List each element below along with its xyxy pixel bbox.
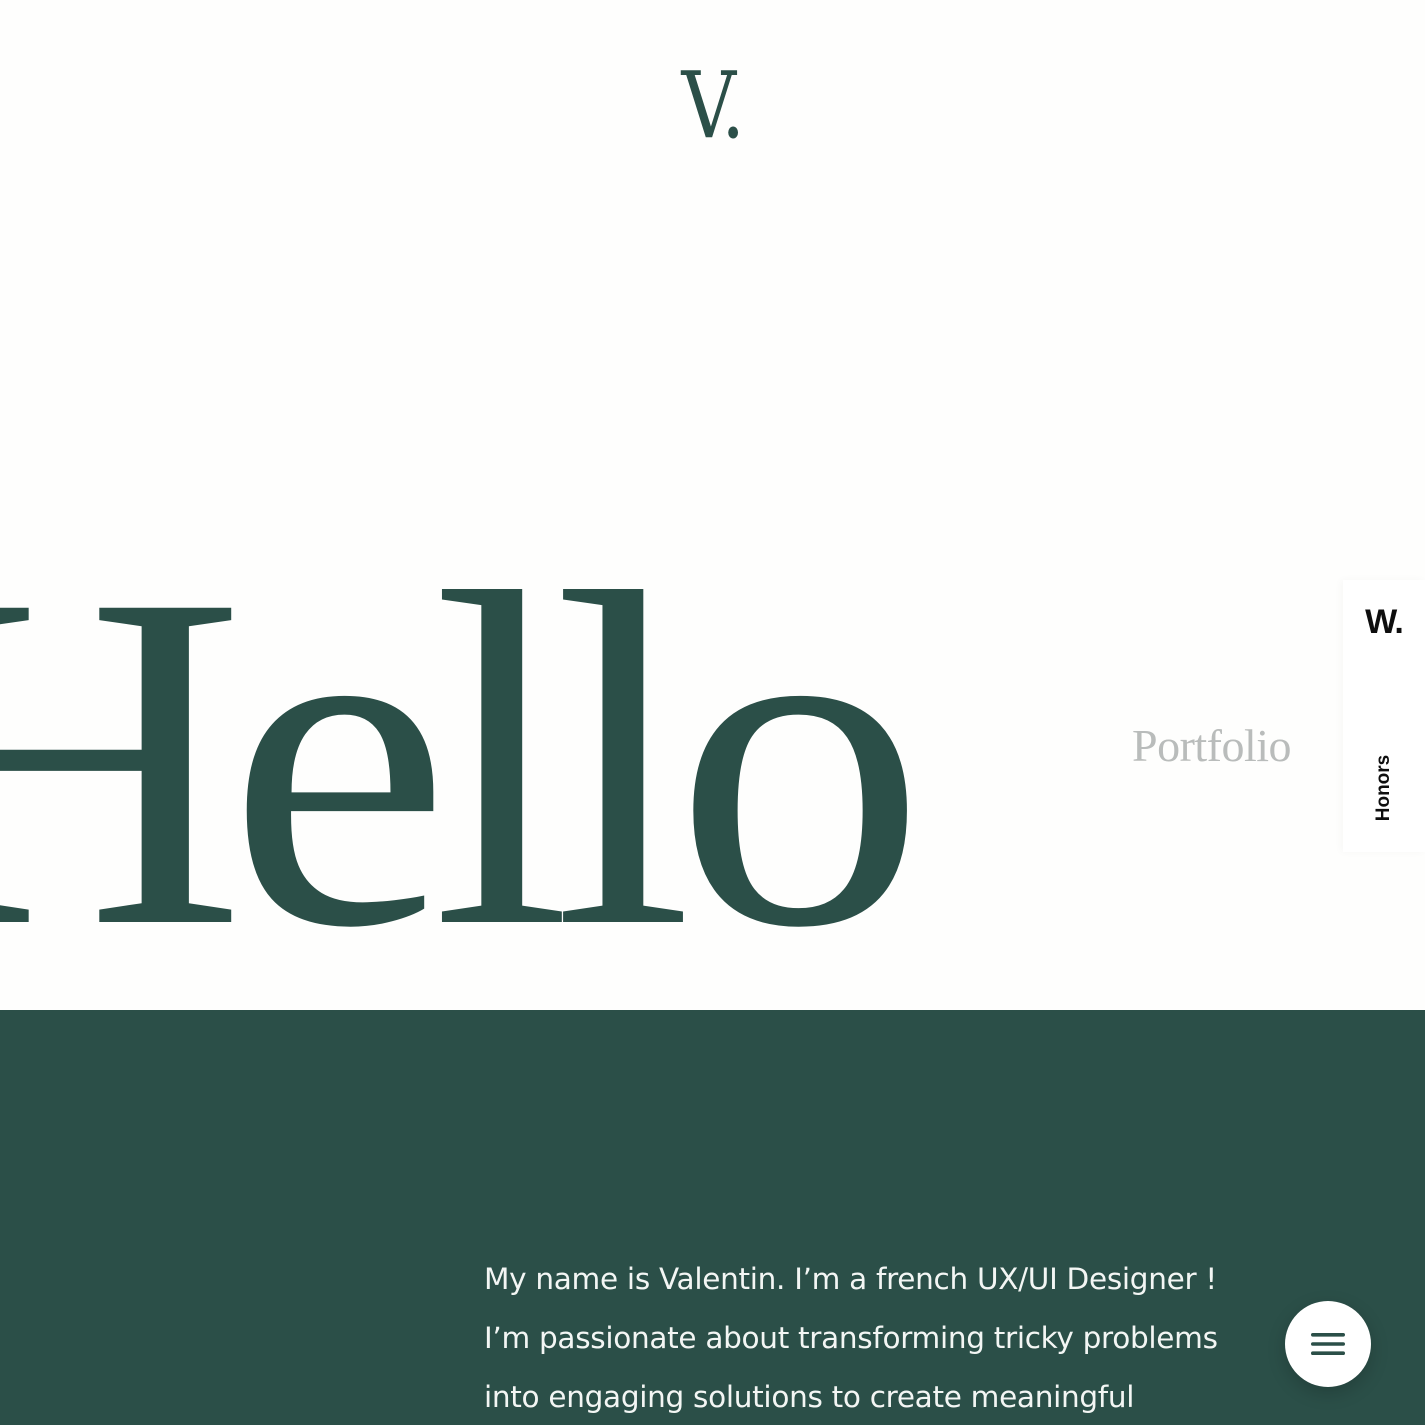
awards-label: Honors <box>1373 754 1394 822</box>
awards-logo: W. <box>1365 603 1404 641</box>
intro-text: My name is Valentin. I’m a french UX/UI … <box>484 1250 1284 1425</box>
menu-button[interactable] <box>1285 1301 1371 1387</box>
intro-line: My name is Valentin. I’m a french UX/UI … <box>484 1262 1217 1296</box>
intro-line: I’m passionate about transforming tricky… <box>484 1321 1218 1355</box>
awards-side-tab[interactable]: W. Honors <box>1343 580 1425 852</box>
hamburger-menu-icon <box>1311 1333 1345 1355</box>
site-logo[interactable]: V. <box>128 56 1297 156</box>
intro-line: into engaging solutions to create meanin… <box>484 1380 1135 1414</box>
page: V. Hello Portfolio W. Honors My name is … <box>0 0 1425 1425</box>
hero-headline: Hello <box>0 494 926 1026</box>
portfolio-link[interactable]: Portfolio <box>1132 720 1292 772</box>
